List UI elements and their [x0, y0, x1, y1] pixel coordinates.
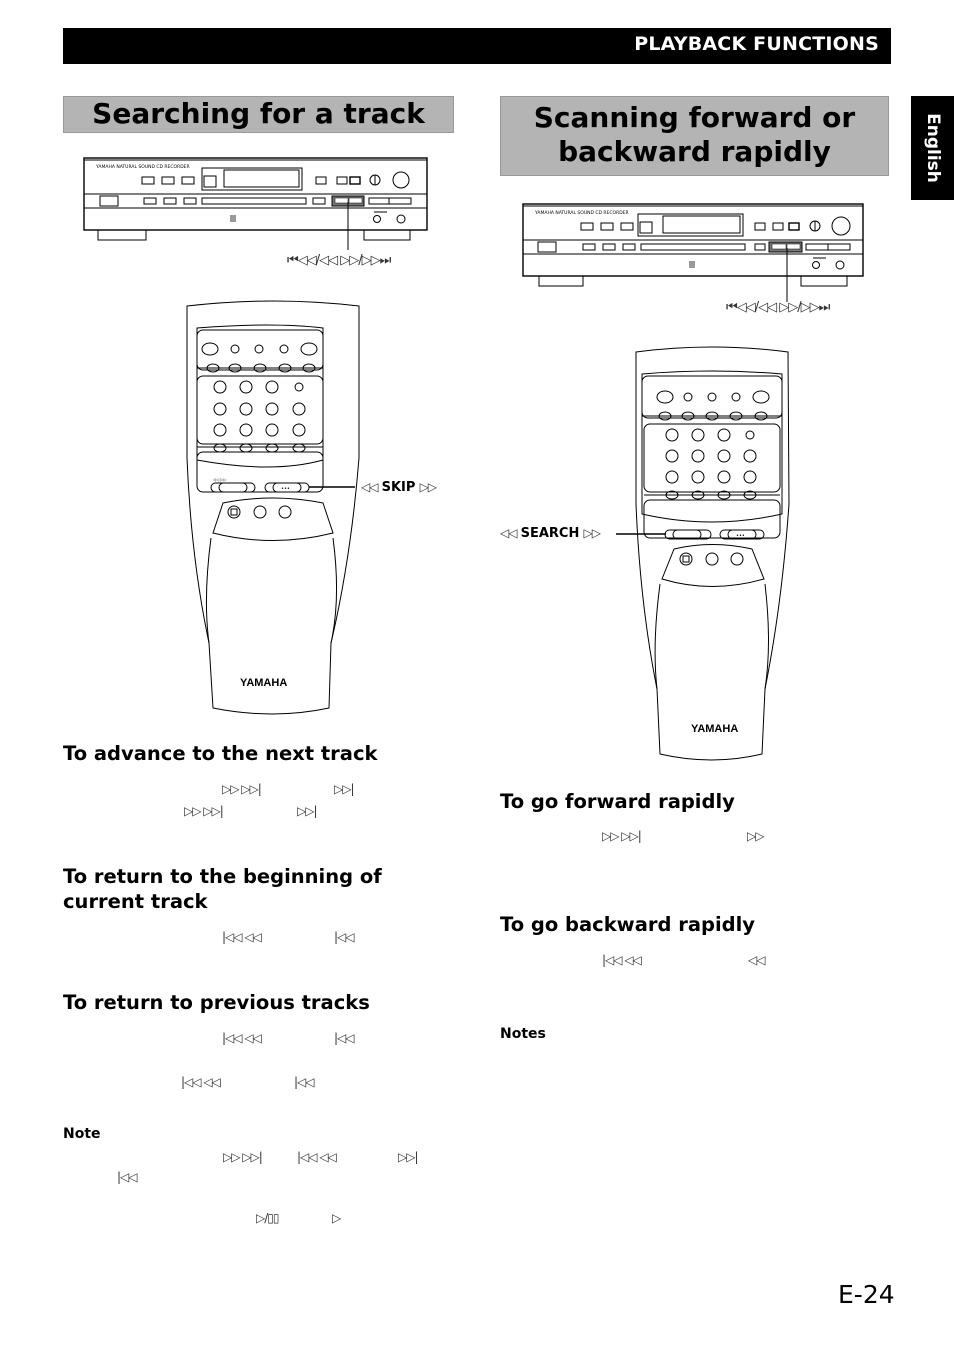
notes-heading: Notes	[500, 1026, 546, 1042]
symbol-play-pause: ▷/▯▯	[256, 1211, 280, 1225]
symbol-skip-rew: |◁◁ ◁◁	[602, 953, 642, 967]
search-rew-symbol: ◁◁	[500, 526, 517, 540]
search-callout: ◁◁ SEARCH ▷▷	[500, 526, 601, 541]
front-panel-skip-callout-left: ⏮◁◁/◁◁ ▷▷/▷▷⏭	[287, 253, 391, 268]
svg-text:•••: •••	[736, 533, 745, 539]
symbol-skip-rew: |◁◁ ◁◁	[222, 930, 262, 944]
symbol-skip-prev: |◁◁	[117, 1170, 137, 1184]
symbol-skip-rew: |◁◁ ◁◁	[181, 1075, 221, 1089]
cd-player-front-panel-right: YAMAHA NATURAL SOUND CD RECORDER	[522, 203, 864, 302]
heading-return-previous-tracks: To return to previous tracks	[63, 991, 370, 1014]
heading-go-backward-rapidly: To go backward rapidly	[500, 913, 755, 936]
skip-prev-symbol: ◁◁	[361, 480, 378, 494]
skip-callout: ◁◁ SKIP ▷▷	[361, 480, 437, 495]
symbol-ff: ▷▷	[747, 829, 764, 843]
symbol-skip-rew: |◁◁ ◁◁	[297, 1150, 337, 1164]
heading-advance-next-track: To advance to the next track	[63, 742, 378, 765]
skip-label: SKIP	[381, 480, 416, 495]
remote-brand-right: YAMAHA	[691, 723, 739, 735]
note-heading: Note	[63, 1126, 101, 1142]
section-title: PLAYBACK FUNCTIONS	[634, 33, 879, 55]
heading-return-current-track: To return to the beginning of current tr…	[63, 865, 382, 913]
remote-control-left: ◁◁ ▷▷ •••	[186, 300, 360, 715]
remote-control-right: •••	[616, 346, 790, 761]
symbol-skip-next: ▷▷|	[334, 782, 354, 796]
language-label: English	[922, 113, 943, 183]
front-panel-search-callout-right: ⏮◁◁/◁◁ ▷▷/▷▷⏭	[726, 300, 830, 315]
left-section-title: Searching for a track	[63, 96, 454, 133]
page-number: E-24	[838, 1280, 895, 1309]
symbol-skip-prev: |◁◁	[334, 1031, 354, 1045]
svg-text:•••: •••	[281, 486, 290, 492]
svg-text:◁◁ ▷▷: ◁◁ ▷▷	[212, 477, 228, 482]
symbol-skip-prev: |◁◁	[334, 930, 354, 944]
symbol-ff-skip: ▷▷ ▷▷|	[223, 1150, 263, 1164]
symbol-ff-skip: ▷▷ ▷▷|	[602, 829, 642, 843]
search-ff-symbol: ▷▷	[583, 526, 601, 540]
search-label: SEARCH	[520, 526, 580, 541]
symbol-rew: ◁◁	[748, 953, 765, 967]
svg-text:YAMAHA NATURAL SOUND CD RECOR: YAMAHA NATURAL SOUND CD RECORDER	[534, 210, 629, 216]
section-header-bar: PLAYBACK FUNCTIONS	[63, 28, 891, 64]
symbol-skip-rew: |◁◁ ◁◁	[222, 1031, 262, 1045]
right-section-title: Scanning forward or backward rapidly	[500, 96, 889, 176]
cd-player-front-panel-left: YAMAHA NATURAL SOUND CD RECORDER	[83, 157, 428, 250]
symbol-ff-skip: ▷▷ ▷▷|	[222, 782, 262, 796]
symbol-play: ▷	[332, 1211, 341, 1225]
symbol-skip-prev: |◁◁	[294, 1075, 314, 1089]
svg-text:YAMAHA NATURAL SOUND CD RECOR: YAMAHA NATURAL SOUND CD RECORDER	[95, 164, 190, 170]
heading-go-forward-rapidly: To go forward rapidly	[500, 790, 735, 813]
symbol-skip-next: ▷▷|	[297, 804, 317, 818]
language-tab: English	[911, 96, 954, 200]
symbol-ff-skip: ▷▷ ▷▷|	[184, 804, 224, 818]
symbol-skip-next: ▷▷|	[398, 1150, 418, 1164]
skip-next-symbol: ▷▷	[419, 480, 437, 494]
remote-brand-left: YAMAHA	[240, 677, 288, 689]
